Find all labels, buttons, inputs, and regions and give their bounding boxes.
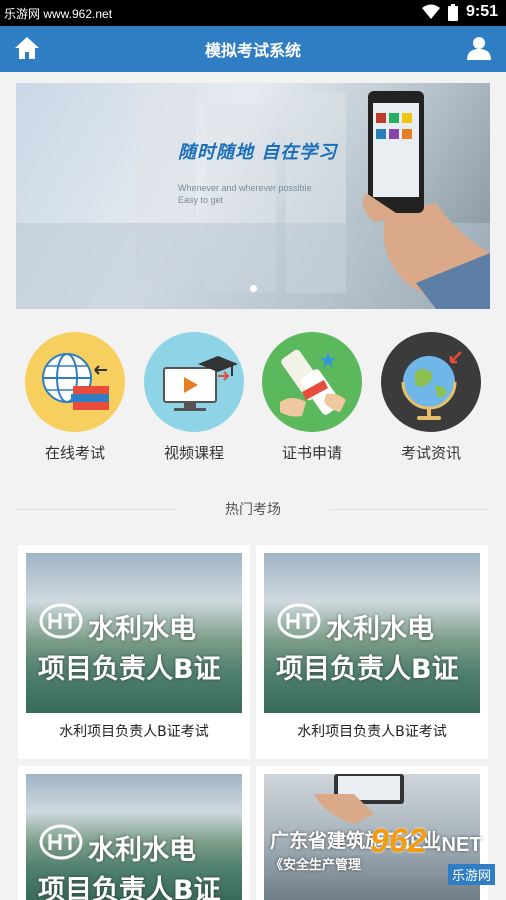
- category-label: 在线考试: [44, 444, 105, 462]
- exam-card[interactable]: 水利水电 项目负责人B证 水利项目负责人B证考试: [256, 545, 488, 759]
- certificate-icon: [262, 332, 362, 432]
- category-exam-news[interactable]: 考试资讯: [376, 332, 486, 463]
- watermark-badge: 962 .NET 乐游网: [370, 822, 500, 894]
- watermark-number: 962: [370, 822, 427, 860]
- category-grid: 在线考试 视频课程 证书申请 考试资讯: [0, 332, 506, 462]
- exam-card-image: 水利水电 项目负责人B证: [26, 774, 242, 900]
- status-time: 9:51: [465, 3, 498, 20]
- globe-books-icon: [25, 332, 125, 432]
- phone-hand-image: [362, 91, 490, 309]
- battery-icon: [447, 3, 458, 21]
- category-certificate[interactable]: 证书申请: [257, 332, 367, 463]
- status-bar: 乐游网 www.962.net 9:51: [0, 0, 506, 26]
- card-banner-line-2: 项目负责人B证: [38, 654, 221, 685]
- exam-card-image: 水利水电 项目负责人B证: [264, 553, 480, 713]
- banner-subtitle-1: Whenever and wherever possible: [178, 183, 312, 193]
- card-banner-line-1: 水利水电: [88, 835, 196, 866]
- status-watermark: 乐游网 www.962.net: [4, 7, 113, 21]
- ht-logo-icon: [39, 824, 83, 860]
- exam-card-image: 水利水电 项目负责人B证: [26, 553, 242, 713]
- user-icon[interactable]: [466, 35, 492, 61]
- card-banner-line-1: 水利水电: [88, 614, 196, 645]
- app-bar: 模拟考试系统: [0, 26, 506, 72]
- card-banner-line-2: 项目负责人B证: [276, 654, 459, 685]
- video-monitor-icon: [144, 332, 244, 432]
- category-label: 考试资讯: [400, 444, 461, 462]
- divider: [330, 509, 490, 510]
- banner-subtitle-2: Easy to get: [178, 195, 224, 205]
- category-online-exam[interactable]: 在线考试: [20, 332, 130, 463]
- category-label: 证书申请: [281, 444, 342, 462]
- watermark-net: .NET: [436, 834, 482, 856]
- exam-card[interactable]: 水利水电 项目负责人B证 水利项目负责人B证考试: [18, 545, 250, 759]
- banner-slogan: 随时随地 自在学习: [178, 142, 338, 163]
- card-banner-line-2: 《安全生产管理: [270, 858, 362, 873]
- wifi-icon: [421, 4, 440, 19]
- exam-card-title: 水利项目负责人B证考试: [59, 724, 209, 740]
- card-banner-line-1: 水利水电: [326, 614, 434, 645]
- category-label: 视频课程: [163, 444, 224, 462]
- exam-card-title: 水利项目负责人B证考试: [297, 724, 447, 740]
- ht-logo-icon: [277, 603, 321, 639]
- category-video-course[interactable]: 视频课程: [139, 332, 249, 463]
- globe-news-icon: [381, 332, 481, 432]
- ht-logo-icon: [39, 603, 83, 639]
- watermark-site: 乐游网: [448, 864, 496, 885]
- carousel-indicator[interactable]: [250, 285, 257, 292]
- exam-card[interactable]: 水利水电 项目负责人B证: [18, 766, 250, 900]
- page-title: 模拟考试系统: [204, 41, 301, 60]
- banner-carousel[interactable]: 随时随地 自在学习 Whenever and wherever possible…: [16, 83, 490, 309]
- hot-section-header: 热门考场: [16, 497, 490, 519]
- card-banner-line-2: 项目负责人B证: [38, 875, 221, 900]
